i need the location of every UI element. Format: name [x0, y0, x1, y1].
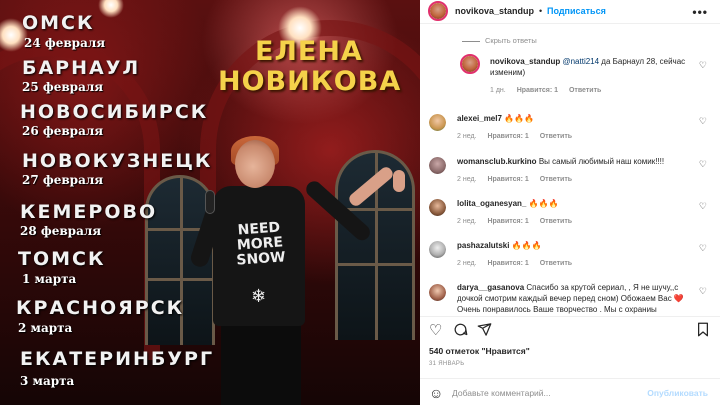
avatar[interactable] [429, 199, 446, 216]
reply-button[interactable]: Ответить [569, 87, 601, 94]
bookmark-icon[interactable] [696, 322, 710, 341]
reply-button[interactable]: Ответить [540, 133, 572, 140]
comment-username[interactable]: womansclub.kurkino [457, 157, 537, 166]
microphone-icon [205, 190, 215, 214]
post-image[interactable]: ОМСК 24 февраля БАРНАУЛ 25 февраля НОВОС… [0, 0, 420, 405]
avatar[interactable] [429, 114, 446, 131]
snowflake-icon: ❄ [251, 286, 267, 306]
comment-meta: 2 нед. Нравится: 1 Ответить [457, 218, 581, 225]
tour-date: 2 марта [18, 321, 73, 335]
divider [462, 40, 480, 42]
comment-text: darya__gasanova Спасибо за крутой сериал… [457, 282, 687, 314]
tour-date: 25 февраля [22, 80, 104, 94]
comment-composer: ☺ Опубликовать [420, 378, 720, 405]
like-heart-icon[interactable]: ♡ [699, 159, 707, 170]
comment-bubble-icon[interactable] [453, 322, 468, 341]
tour-date: 26 февраля [22, 124, 104, 138]
post-sidebar: novikova_standup • Подписаться ••• Скрыт… [420, 0, 720, 405]
post-date: 31 ЯНВАРЬ [429, 361, 465, 367]
likes-count[interactable]: 540 отметок "Нравится" [429, 346, 530, 356]
more-dots-icon[interactable]: ••• [692, 5, 708, 19]
performer-figure: NEED MORE SNOW ❄ [188, 136, 405, 405]
comment-text: alexei_mel7 🔥🔥🔥 [457, 113, 687, 124]
avatar[interactable] [429, 284, 446, 301]
comment-meta: 2 нед. Нравится: 1 Ответить [457, 133, 581, 140]
reply-button[interactable]: Ответить [540, 218, 572, 225]
comment-body: Вы самый любимый наш комик!!!! [538, 157, 665, 166]
comment-likes[interactable]: Нравится: 1 [487, 260, 528, 267]
like-heart-icon[interactable]: ♡ [699, 243, 707, 254]
comment-time: 2 нед. [457, 133, 477, 140]
stage-light [98, 0, 124, 18]
like-heart-icon[interactable]: ♡ [699, 116, 707, 127]
avatar[interactable] [460, 54, 480, 74]
avatar[interactable] [429, 241, 446, 258]
comment-likes[interactable]: Нравится: 1 [487, 133, 528, 140]
hide-replies-button[interactable]: Скрыть ответы [462, 36, 537, 45]
comment-body: 🔥🔥🔥 [511, 241, 542, 250]
tour-city: КЕМЕРОВО [20, 201, 158, 223]
shirt-print: NEED MORE SNOW [235, 219, 287, 269]
comment-text: lolita_oganesyan_ 🔥🔥🔥 [457, 198, 687, 209]
comment-meta: 1 дн. Нравится: 1 Ответить [490, 87, 610, 94]
mention-link[interactable]: @natti214 [562, 57, 599, 66]
comment-text: pashazalutski 🔥🔥🔥 [457, 240, 687, 251]
like-heart-icon[interactable]: ♡ [699, 60, 707, 71]
follow-button[interactable]: Подписаться [547, 6, 606, 16]
emoji-smile-icon[interactable]: ☺ [429, 385, 443, 401]
comment-time: 2 нед. [457, 176, 477, 183]
tour-date: 24 февраля [24, 36, 106, 50]
comment-likes[interactable]: Нравится: 1 [487, 218, 528, 225]
comment-likes[interactable]: Нравится: 1 [517, 87, 558, 94]
comment-text: womansclub.kurkino Вы самый любимый наш … [457, 156, 697, 167]
comment-input[interactable] [452, 385, 652, 400]
like-heart-icon[interactable]: ♡ [699, 201, 707, 212]
header-username[interactable]: novikova_standup [455, 6, 534, 16]
comment-username[interactable]: darya__gasanova [457, 283, 524, 292]
tour-date: 3 марта [20, 374, 75, 388]
share-send-icon[interactable] [477, 322, 492, 341]
post-header: novikova_standup • Подписаться ••• [420, 0, 720, 24]
list-item: darya__gasanova Спасибо за крутой сериал… [420, 282, 720, 314]
like-heart-icon[interactable]: ♡ [699, 286, 707, 297]
tour-city: ОМСК [22, 12, 95, 34]
tour-date: 27 февраля [22, 173, 104, 187]
tour-date: 28 февраля [20, 224, 102, 238]
comment-body: 🔥🔥🔥 [528, 199, 559, 208]
avatar[interactable] [429, 157, 446, 174]
tour-city: НОВОСИБИРСК [20, 101, 209, 123]
artist-last-name: НОВИКОВА [218, 66, 402, 97]
comment-username[interactable]: alexei_mel7 [457, 114, 502, 123]
avatar[interactable] [428, 1, 448, 21]
reply-text: novikova_standup @natti214 да Барнаул 28… [490, 56, 690, 78]
post-action-bar: ♡ [420, 316, 720, 344]
comment-likes[interactable]: Нравится: 1 [487, 176, 528, 183]
reply-button[interactable]: Ответить [540, 260, 572, 267]
artist-first-name: ЕЛЕНА [255, 36, 363, 67]
comment-username[interactable]: lolita_oganesyan_ [457, 199, 526, 208]
comment-username[interactable]: pashazalutski [457, 241, 509, 250]
comment-time: 2 нед. [457, 218, 477, 225]
reply-button[interactable]: Ответить [540, 176, 572, 183]
comment-meta: 2 нед. Нравится: 1 Ответить [457, 260, 581, 267]
tour-city: НОВОКУЗНЕЦК [22, 150, 213, 172]
tour-city: КРАСНОЯРСК [16, 297, 185, 319]
tour-date: 1 марта [22, 272, 77, 286]
comment-time: 2 нед. [457, 260, 477, 267]
tour-city: ТОМСК [18, 248, 106, 270]
tour-city: ЕКАТЕРИНБУРГ [20, 348, 215, 370]
hide-replies-label: Скрыть ответы [485, 36, 537, 45]
comment-meta: 2 нед. Нравится: 1 Ответить [457, 176, 581, 183]
comment-time: 1 дн. [490, 87, 506, 94]
comment-body: 🔥🔥🔥 [504, 114, 535, 123]
comment-username[interactable]: novikova_standup [490, 57, 560, 66]
tour-city: БАРНАУЛ [22, 57, 141, 79]
like-heart-icon[interactable]: ♡ [429, 322, 442, 339]
publish-button[interactable]: Опубликовать [647, 388, 708, 398]
separator-dot: • [539, 6, 543, 16]
